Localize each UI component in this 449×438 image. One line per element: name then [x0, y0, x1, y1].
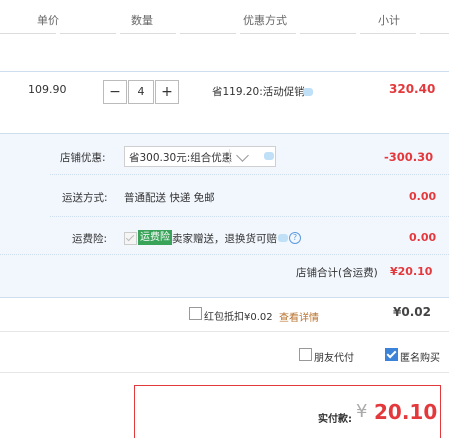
quantity-decrease-button[interactable]: − [103, 80, 127, 104]
payment-amount: 20.10 [374, 400, 438, 424]
item-price: 109.90 [28, 83, 67, 96]
column-discount: 优惠方式 [243, 14, 287, 27]
friend-pay-label: 朋友代付 [314, 353, 354, 364]
divider [0, 372, 449, 373]
divider [50, 174, 449, 175]
store-coupon-select[interactable]: 省300.30元:组合优惠 [124, 146, 276, 167]
select-divider [229, 149, 230, 164]
item-row [0, 71, 449, 134]
table-header: 单价 数量 优惠方式 小计 [0, 0, 449, 33]
store-coupon-select-value: 省300.30元:组合优惠 [129, 152, 233, 164]
column-subtotal: 小计 [378, 14, 400, 27]
redpacket-label: 红包抵扣¥0.02 [204, 312, 273, 323]
shipping-label: 运送方式: [62, 192, 108, 204]
friend-pay-checkbox[interactable] [299, 348, 312, 361]
store-total-label: 店铺合计(含运费) [296, 267, 378, 279]
chat-icon[interactable] [278, 234, 288, 242]
store-coupon-amount: -300.30 [384, 150, 434, 164]
anonymous-checkbox[interactable] [385, 348, 398, 361]
column-price: 单价 [37, 14, 59, 27]
shipping-amount: 0.00 [409, 190, 437, 203]
chat-icon[interactable] [264, 152, 274, 160]
divider [0, 254, 449, 255]
shipping-method: 普通配送 快递 免邮 [124, 192, 215, 204]
insurance-badge: 运费险 [138, 230, 172, 245]
store-coupon-label: 店铺优惠: [60, 152, 106, 164]
item-discount: 省119.20:活动促销 [212, 86, 305, 98]
redpacket-checkbox[interactable] [189, 307, 202, 320]
quantity-increase-button[interactable]: + [155, 80, 179, 104]
quantity-input[interactable]: 4 [128, 80, 154, 104]
insurance-label: 运费险: [72, 233, 108, 245]
chat-icon[interactable] [303, 88, 313, 96]
header-divider [0, 33, 449, 34]
redpacket-details-link[interactable]: 查看详情 [279, 309, 319, 324]
insurance-description: 卖家赠送，退换货可赔 [172, 233, 277, 245]
item-subtotal: 320.40 [389, 82, 436, 96]
store-total-value: ¥20.10 [390, 265, 433, 278]
divider [0, 331, 449, 332]
column-quantity: 数量 [131, 14, 153, 27]
anonymous-label: 匿名购买 [400, 353, 440, 364]
payment-label: 实付款: [318, 414, 352, 425]
help-icon[interactable]: ? [289, 232, 301, 244]
insurance-checkbox [124, 232, 137, 245]
divider [50, 216, 449, 217]
payment-summary-box: 实付款: ¥ 20.10 [134, 385, 441, 438]
redpacket-amount: ¥0.02 [393, 305, 431, 319]
insurance-amount: 0.00 [409, 231, 437, 244]
quantity-stepper: − 4 + [103, 80, 179, 104]
payment-currency: ¥ [356, 401, 368, 422]
chevron-down-icon [236, 149, 249, 162]
